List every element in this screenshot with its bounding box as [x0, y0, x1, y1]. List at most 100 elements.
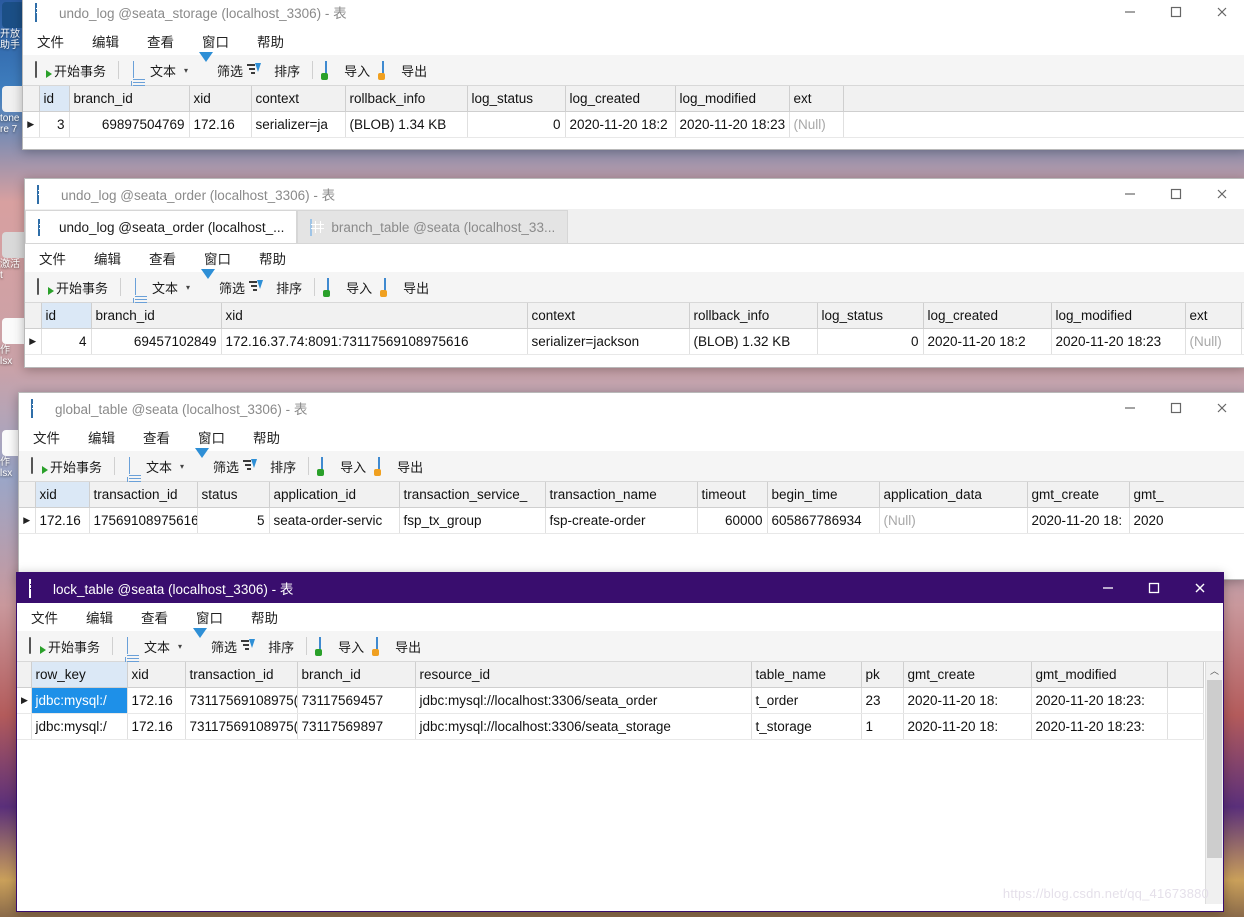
data-grid[interactable]: id branch_id xid context rollback_info l… [25, 303, 1244, 365]
menu-edit[interactable]: 编辑 [74, 427, 129, 447]
cell-log-status[interactable]: 0 [817, 328, 924, 355]
col-pk[interactable]: pk [861, 662, 904, 688]
close-button[interactable] [1199, 393, 1244, 423]
text-button[interactable]: 文本 [127, 275, 184, 315]
menu-file[interactable]: 文件 [19, 427, 74, 447]
cell-log-status[interactable]: 0 [467, 111, 566, 138]
cell-log-modified[interactable]: 2020-11-20 18:23 [1051, 328, 1186, 355]
cell-status[interactable]: 5 [197, 507, 270, 534]
begin-transaction-button[interactable]: 开始事务 [31, 275, 114, 299]
window-undo-log-order[interactable]: undo_log @seata_order (localhost_3306) -… [24, 178, 1244, 368]
tool-bar[interactable]: 开始事务 文本 ▾ 筛选 排序 导入 导出 [23, 52, 1244, 98]
sort-button[interactable]: 排序 [247, 58, 306, 82]
row-indicator[interactable] [17, 713, 32, 740]
col-row-key[interactable]: row_key [31, 662, 128, 688]
menu-view[interactable]: 查看 [129, 427, 184, 447]
filter-button[interactable]: 筛选 [194, 269, 251, 299]
col-transaction-id[interactable]: transaction_id [185, 662, 298, 688]
cell-transaction-service-group[interactable]: fsp_tx_group [399, 507, 546, 534]
data-grid[interactable]: id branch_id xid context rollback_info l… [23, 86, 1244, 148]
chevron-down-icon[interactable]: ▾ [178, 642, 182, 651]
cell-xid[interactable]: 172.16 [35, 507, 90, 534]
col-rollback-info[interactable]: rollback_info [689, 303, 818, 329]
menu-view[interactable]: 查看 [133, 31, 188, 51]
cell-branch-id[interactable]: 73117569457 [297, 687, 416, 714]
menu-help[interactable]: 帮助 [245, 248, 300, 268]
menu-edit[interactable]: 编辑 [78, 31, 133, 51]
cell-rollback-info[interactable]: (BLOB) 1.34 KB [345, 111, 468, 138]
table-row[interactable]: jdbc:mysql:/ 172.16 73117569108975( 7311… [17, 713, 1204, 740]
import-button[interactable]: 导入 [319, 58, 376, 82]
row-indicator[interactable]: ▶ [25, 328, 42, 355]
cell-xid[interactable]: 172.16 [127, 713, 186, 740]
table-row[interactable]: ▶ 3 69897504769 172.16 serializer=ja (BL… [23, 111, 1244, 138]
scroll-up-icon[interactable]: ︿ [1206, 662, 1223, 679]
cell-id[interactable]: 3 [39, 111, 70, 138]
cell-branch-id[interactable]: 73117569897 [297, 713, 416, 740]
cell-resource-id[interactable]: jdbc:mysql://localhost:3306/seata_order [415, 687, 752, 714]
window-undo-log-storage[interactable]: undo_log @seata_storage (localhost_3306)… [22, 0, 1244, 150]
cell-ext[interactable]: (Null) [789, 111, 844, 138]
cell-table-name[interactable]: t_storage [751, 713, 862, 740]
cell-xid[interactable]: 172.16 [127, 687, 186, 714]
menu-file[interactable]: 文件 [23, 31, 78, 51]
tool-bar[interactable]: 开始事务 文本 ▾ 筛选 排序 导入 导出 [19, 448, 1244, 494]
cell-pk[interactable]: 1 [861, 713, 904, 740]
begin-transaction-button[interactable]: 开始事务 [25, 454, 108, 478]
col-resource-id[interactable]: resource_id [415, 662, 752, 688]
table-row[interactable]: ▶ jdbc:mysql:/ 172.16 73117569108975( 73… [17, 687, 1204, 714]
row-indicator[interactable]: ▶ [23, 111, 40, 138]
menu-file[interactable]: 文件 [17, 607, 72, 627]
import-button[interactable]: 导入 [315, 454, 372, 478]
cell-rollback-info[interactable]: (BLOB) 1.32 KB [689, 328, 818, 355]
cell-branch-id[interactable]: 69897504769 [69, 111, 190, 138]
export-button[interactable]: 导出 [370, 634, 427, 658]
sort-button[interactable]: 排序 [241, 634, 300, 658]
col-log-status[interactable]: log_status [817, 303, 924, 329]
menu-window[interactable]: 窗口 [182, 607, 237, 627]
cell-pk[interactable]: 23 [861, 687, 904, 714]
cell-log-created[interactable]: 2020-11-20 18:2 [565, 111, 676, 138]
sort-button[interactable]: 排序 [249, 275, 308, 299]
cell-log-modified[interactable]: 2020-11-20 18:23 [675, 111, 790, 138]
row-indicator[interactable]: ▶ [17, 687, 32, 714]
cell-gmt-modified[interactable]: 2020 [1129, 507, 1244, 534]
maximize-button[interactable] [1153, 393, 1199, 423]
cell-context[interactable]: serializer=jackson [527, 328, 690, 355]
col-log-status[interactable]: log_status [467, 86, 566, 112]
close-button[interactable] [1177, 573, 1223, 603]
col-log-created[interactable]: log_created [565, 86, 676, 112]
col-transaction-id[interactable]: transaction_id [89, 482, 198, 508]
cell-transaction-id[interactable]: 17569108975616 [89, 507, 198, 534]
cell-id[interactable]: 4 [41, 328, 92, 355]
col-xid[interactable]: xid [35, 482, 90, 508]
title-bar[interactable]: undo_log @seata_order (localhost_3306) -… [25, 179, 1244, 209]
cell-xid[interactable]: 172.16 [189, 111, 252, 138]
maximize-button[interactable] [1153, 179, 1199, 209]
maximize-button[interactable] [1131, 573, 1177, 603]
cell-row-key[interactable]: jdbc:mysql:/ [31, 687, 128, 714]
row-indicator[interactable]: ▶ [19, 507, 36, 534]
close-button[interactable] [1199, 179, 1244, 209]
cell-begin-time[interactable]: 605867786934 [767, 507, 880, 534]
title-bar[interactable]: lock_table @seata (localhost_3306) - 表 [17, 573, 1223, 603]
tool-bar[interactable]: 开始事务 文本 ▾ 筛选 排序 导入 导出 [17, 628, 1223, 674]
menu-bar[interactable]: 文件 编辑 查看 窗口 帮助 [23, 27, 1244, 55]
data-grid[interactable]: row_key xid transaction_id branch_id res… [17, 662, 1223, 904]
cell-application-data[interactable]: (Null) [879, 507, 1028, 534]
col-application-id[interactable]: application_id [269, 482, 400, 508]
cell-gmt-create[interactable]: 2020-11-20 18: [903, 687, 1032, 714]
import-button[interactable]: 导入 [313, 634, 370, 658]
menu-view[interactable]: 查看 [135, 248, 190, 268]
cell-transaction-id[interactable]: 73117569108975( [185, 713, 298, 740]
menu-bar[interactable]: 文件 编辑 查看 窗口 帮助 [17, 603, 1223, 631]
cell-row-key[interactable]: jdbc:mysql:/ [31, 713, 128, 740]
col-gmt-modified[interactable]: gmt_ [1129, 482, 1244, 508]
export-button[interactable]: 导出 [376, 58, 433, 82]
cell-log-created[interactable]: 2020-11-20 18:2 [923, 328, 1052, 355]
col-gmt-modified[interactable]: gmt_modified [1031, 662, 1168, 688]
col-gmt-create[interactable]: gmt_create [903, 662, 1032, 688]
cell-gmt-modified[interactable]: 2020-11-20 18:23: [1031, 687, 1168, 714]
cell-ext[interactable]: (Null) [1185, 328, 1242, 355]
col-application-data[interactable]: application_data [879, 482, 1028, 508]
